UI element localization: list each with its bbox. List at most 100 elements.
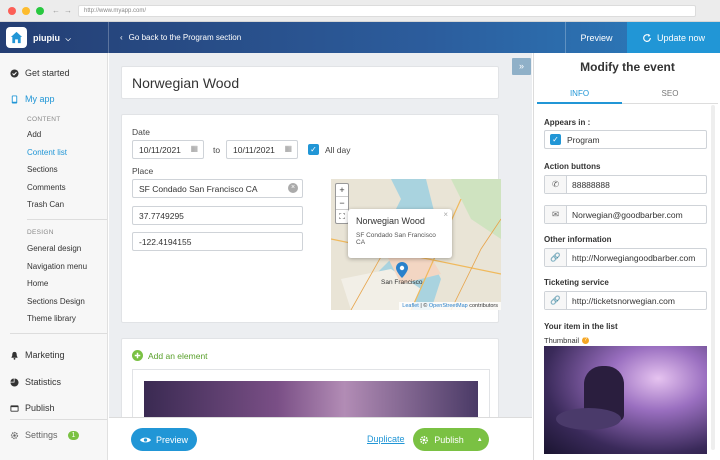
nav-settings-label: Settings bbox=[25, 430, 58, 440]
back-arrow-icon[interactable]: ← bbox=[52, 6, 60, 15]
gear-icon bbox=[10, 431, 19, 439]
nav-get-started-label: Get started bbox=[25, 68, 70, 78]
app-logo[interactable] bbox=[6, 27, 27, 48]
other-info-field[interactable]: 🔗 http://Norwegiangoodbarber.com bbox=[544, 248, 707, 267]
home-icon bbox=[10, 31, 23, 44]
pie-chart-icon bbox=[10, 377, 19, 387]
divider bbox=[10, 419, 107, 420]
nav-general-design[interactable]: General design bbox=[27, 244, 81, 253]
address-bar[interactable]: http://www.myapp.com/ bbox=[78, 5, 696, 17]
nav-my-app[interactable]: My app bbox=[10, 94, 55, 104]
collapse-panel-button[interactable]: » bbox=[512, 58, 531, 75]
check-circle-icon bbox=[10, 68, 19, 78]
settings-badge: 1 bbox=[67, 430, 80, 440]
phone-icon bbox=[11, 94, 18, 104]
address-input[interactable]: SF Condado San Francisco CA × bbox=[132, 179, 303, 198]
eye-icon bbox=[139, 437, 151, 442]
duplicate-link[interactable]: Duplicate bbox=[367, 434, 405, 444]
ticketing-field[interactable]: 🔗 http://ticketsnorwegian.com bbox=[544, 291, 707, 310]
close-window-icon[interactable] bbox=[8, 7, 16, 15]
nav-publish[interactable]: Publish bbox=[10, 403, 55, 413]
latitude-input[interactable]: 37.7749295 bbox=[132, 206, 303, 225]
phone-icon: ✆ bbox=[545, 176, 567, 193]
envelope-icon: ✉ bbox=[545, 206, 567, 223]
email-field[interactable]: ✉ Norwegian@goodbarber.com bbox=[544, 205, 707, 224]
content-card: Add an element bbox=[121, 338, 499, 429]
phone-value: 88888888 bbox=[572, 179, 610, 190]
nav-home[interactable]: Home bbox=[27, 279, 48, 288]
phone-field[interactable]: ✆ 88888888 bbox=[544, 175, 707, 194]
longitude-input[interactable]: -122.4194155 bbox=[132, 232, 303, 251]
fullscreen-icon[interactable]: ⛶ bbox=[336, 210, 348, 223]
nav-sections-design[interactable]: Sections Design bbox=[27, 297, 85, 306]
app-name: piupiu bbox=[33, 33, 60, 43]
info-icon[interactable]: ? bbox=[582, 337, 590, 344]
zoom-out-button[interactable]: − bbox=[336, 197, 348, 210]
nav-comments[interactable]: Comments bbox=[27, 183, 66, 192]
link-icon: 🔗 bbox=[545, 249, 567, 266]
popup-address: SF Condado San Francisco CA bbox=[356, 232, 436, 246]
back-to-section-link[interactable]: ‹ Go back to the Program section bbox=[120, 33, 241, 42]
thumbnail-label: Thumbnail bbox=[544, 336, 580, 345]
tab-info[interactable]: INFO bbox=[537, 84, 622, 104]
add-circle-icon bbox=[132, 350, 143, 361]
address-value: SF Condado San Francisco CA bbox=[139, 184, 258, 194]
nav-trash-can[interactable]: Trash Can bbox=[27, 200, 64, 209]
all-day-label: All day bbox=[325, 145, 351, 155]
all-day-checkbox[interactable]: ✓ bbox=[308, 144, 319, 155]
popup-close-icon[interactable]: × bbox=[443, 210, 448, 219]
date-to-input[interactable]: 10/11/2021 ▦ bbox=[226, 140, 298, 159]
minimize-window-icon[interactable] bbox=[22, 7, 30, 15]
app-switcher[interactable]: piupiu ⌵ bbox=[33, 33, 71, 44]
nav-statistics-label: Statistics bbox=[25, 377, 62, 387]
top-bar: piupiu ⌵ ‹ Go back to the Program section… bbox=[0, 22, 720, 53]
attribution-leaflet-link[interactable]: Leaflet bbox=[402, 303, 419, 309]
update-now-button[interactable]: Update now bbox=[627, 22, 720, 53]
appears-in-field[interactable]: ✓ Program bbox=[544, 130, 707, 149]
publish-button[interactable]: Publish ▲ bbox=[413, 428, 489, 451]
add-element-button[interactable]: Add an element bbox=[132, 350, 208, 361]
event-panel: Modify the event INFO SEO Appears in : ✓… bbox=[533, 53, 720, 460]
nav-navigation-menu[interactable]: Navigation menu bbox=[27, 262, 87, 271]
bell-icon bbox=[11, 351, 18, 360]
date-from-input[interactable]: 10/11/2021 ▦ bbox=[132, 140, 204, 159]
attribution-osm-link[interactable]: OpenStreetMap bbox=[429, 303, 468, 309]
location-map[interactable]: + − ⛶ Norwegian Wood SF Condado San Fran… bbox=[331, 179, 501, 310]
refresh-icon bbox=[643, 33, 651, 42]
clear-icon[interactable]: × bbox=[288, 183, 298, 193]
email-value: Norwegian@goodbarber.com bbox=[572, 209, 683, 220]
nav-statistics[interactable]: Statistics bbox=[10, 377, 61, 387]
thumbnail-image[interactable] bbox=[544, 346, 707, 454]
tab-seo[interactable]: SEO bbox=[622, 84, 718, 104]
program-checkbox[interactable]: ✓ bbox=[550, 134, 561, 145]
zoom-in-button[interactable]: + bbox=[336, 184, 348, 197]
appears-in-value: Program bbox=[567, 134, 600, 145]
popup-title: Norwegian Wood bbox=[356, 216, 425, 226]
nav-marketing-label: Marketing bbox=[25, 350, 65, 360]
place-label: Place bbox=[132, 166, 154, 176]
thumbnail-row: Thumbnail ? bbox=[544, 336, 590, 345]
panel-scrollbar[interactable] bbox=[711, 105, 715, 450]
title-card: Norwegian Wood bbox=[121, 66, 499, 99]
nav-get-started[interactable]: Get started bbox=[10, 68, 70, 78]
nav-content-list[interactable]: Content list bbox=[27, 148, 67, 157]
map-marker-icon[interactable] bbox=[396, 262, 408, 278]
nav-my-app-label: My app bbox=[25, 94, 55, 104]
sidebar: Get started My app CONTENT Add Content l… bbox=[0, 53, 108, 460]
preview-button[interactable]: Preview bbox=[131, 428, 197, 451]
nav-add[interactable]: Add bbox=[27, 130, 41, 139]
preview-top-button[interactable]: Preview bbox=[565, 22, 627, 53]
forward-arrow-icon[interactable]: → bbox=[64, 6, 72, 15]
nav-theme-library[interactable]: Theme library bbox=[27, 314, 76, 323]
other-info-value: http://Norwegiangoodbarber.com bbox=[572, 252, 696, 263]
map-city-label: San Francisco bbox=[381, 279, 423, 286]
gear-icon bbox=[420, 435, 429, 444]
event-title-input[interactable]: Norwegian Wood bbox=[122, 67, 498, 99]
nav-settings[interactable]: Settings 1 bbox=[10, 430, 80, 440]
nav-sections[interactable]: Sections bbox=[27, 165, 58, 174]
maximize-window-icon[interactable] bbox=[36, 7, 44, 15]
preview-label: Preview bbox=[155, 434, 188, 445]
nav-marketing[interactable]: Marketing bbox=[10, 350, 65, 360]
caret-up-icon[interactable]: ▲ bbox=[477, 437, 483, 443]
editor-area: Norwegian Wood Date 10/11/2021 ▦ to 10/1… bbox=[109, 53, 532, 460]
